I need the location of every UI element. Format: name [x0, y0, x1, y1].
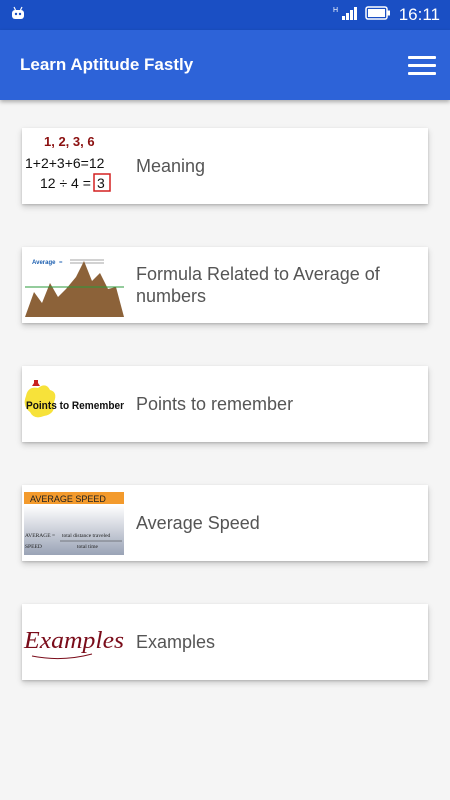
formula-word: Average — [32, 260, 56, 266]
thumb-line1: 1, 2, 3, 6 — [44, 134, 95, 149]
speed-right-bottom: total time — [77, 544, 98, 550]
speed-left-bottom: SPEED — [25, 544, 42, 550]
points-text: Points to Remember — [26, 400, 125, 412]
svg-text:H: H — [333, 7, 338, 14]
item-label: Meaning — [136, 156, 206, 176]
status-bar: H 16:11 — [0, 0, 450, 30]
examples-text: Examples — [23, 628, 124, 654]
item-label: Formula Related to Average of numbers — [136, 264, 380, 306]
speed-left-top: AVERAGE = — [25, 533, 55, 539]
hamburger-menu-icon[interactable] — [408, 53, 436, 77]
thumb-line3: 12 ÷ 4 = — [40, 175, 91, 191]
list-item-formula[interactable]: Average = Formula Related to Average of … — [22, 247, 428, 323]
android-notification-icon — [10, 6, 26, 25]
thumb-line2: 1+2+3+6=12 — [25, 155, 105, 171]
average-speed-thumbnail: AVERAGE SPEED AVERAGE = total distance t… — [22, 485, 126, 561]
formula-eq: = — [59, 260, 63, 266]
status-time: 16:11 — [398, 5, 440, 24]
app-title: Learn Aptitude Fastly — [20, 55, 194, 74]
item-label: Points to remember — [136, 394, 294, 414]
signal-icon: H — [333, 5, 357, 26]
battery-icon — [364, 5, 391, 25]
points-thumbnail: Points to Remember — [22, 366, 126, 442]
item-label: Examples — [136, 632, 216, 652]
speed-header: AVERAGE SPEED — [30, 494, 106, 504]
examples-thumbnail: Examples — [22, 604, 126, 680]
list-item-average-speed[interactable]: AVERAGE SPEED AVERAGE = total distance t… — [22, 485, 428, 561]
list-item-meaning[interactable]: 1, 2, 3, 6 1+2+3+6=12 12 ÷ 4 = 3 Meaning — [22, 128, 428, 204]
speed-right-top: total distance traveled — [62, 533, 111, 539]
list-item-points[interactable]: Points to Remember Points to remember — [22, 366, 428, 442]
list-item-examples[interactable]: Examples Examples — [22, 604, 428, 680]
meaning-thumbnail: 1, 2, 3, 6 1+2+3+6=12 12 ÷ 4 = 3 — [22, 128, 126, 204]
app-bar: Learn Aptitude Fastly — [0, 30, 450, 100]
item-label: Average Speed — [136, 513, 260, 533]
formula-thumbnail: Average = — [22, 247, 126, 323]
thumb-answer: 3 — [97, 175, 105, 191]
